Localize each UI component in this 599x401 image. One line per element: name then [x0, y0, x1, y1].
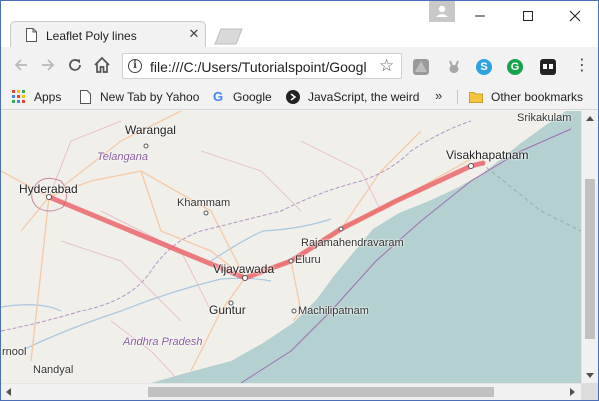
bookmark-star-icon[interactable]: ☆ [379, 56, 394, 76]
machilipatnam-dot [291, 308, 297, 314]
label-kurnool: rnool [2, 346, 27, 358]
google-icon: G [212, 88, 224, 104]
scrollbar-corner [581, 383, 598, 400]
label-telangana: Telangana [97, 151, 148, 163]
close-window-button[interactable] [552, 1, 598, 31]
bookmark-apps[interactable]: Apps [12, 89, 61, 105]
label-khammam: Khammam [177, 197, 231, 209]
tab-leaflet-poly-lines[interactable]: Leaflet Poly lines ✕ [10, 21, 206, 48]
label-visakhapatnam: Visakhapatnam [446, 148, 529, 162]
label-andhra-pradesh: Andhra Pradesh [123, 336, 203, 348]
bookmark-google[interactable]: G Google [211, 89, 272, 105]
more-bookmarks-chevron[interactable]: » [435, 88, 442, 103]
bookmarks-bar: Apps New Tab by Yahoo G Google JavaScript… [1, 84, 598, 110]
toolbar: i file:///C:/Users/Tutorialspoint/Googl … [1, 47, 598, 84]
minimize-button[interactable] [457, 1, 503, 31]
label-hyderabad: Hyderabad [19, 182, 78, 196]
rajamahendravaram-dot [338, 226, 344, 232]
url-text[interactable]: file:///C:/Users/Tutorialspoint/Googl [150, 59, 372, 75]
tab-strip: Leaflet Poly lines ✕ [1, 1, 598, 48]
label-machilipatnam: Machilipatnam [298, 305, 369, 317]
home-button[interactable] [92, 55, 112, 75]
eluru-dot [288, 258, 294, 264]
browser-window: Leaflet Poly lines ✕ i file:///C:/Users/… [0, 0, 599, 401]
label-srikakulam: Srikakulam [517, 112, 572, 124]
label-rajamahendravaram: Rajamahendravaram [301, 237, 404, 249]
scroll-up-icon[interactable] [586, 116, 594, 121]
label-eluru: Eluru [295, 254, 321, 266]
drive-extension-icon[interactable] [413, 59, 429, 75]
tabs-extension-icon[interactable] [540, 59, 556, 75]
skype-icon[interactable]: S [476, 59, 492, 75]
warangal-dot [143, 143, 149, 149]
label-nandyal: Nandyal [33, 364, 74, 376]
horizontal-scrollbar[interactable] [1, 383, 581, 400]
vijayawada-dot [242, 275, 248, 281]
bookmark-separator [457, 90, 458, 104]
bookmark-other-bookmarks[interactable]: Other bookmarks [469, 89, 583, 105]
page-icon [80, 89, 91, 104]
close-tab-icon[interactable]: ✕ [187, 27, 201, 41]
maximize-button[interactable] [505, 1, 551, 31]
document-icon [26, 28, 37, 42]
visakhapatnam-dot [468, 163, 474, 169]
rabbit-extension-icon[interactable] [446, 59, 462, 75]
apps-grid-icon [12, 89, 25, 103]
khammam-dot [203, 210, 209, 216]
label-warangal: Warangal [125, 123, 176, 137]
scroll-right-icon[interactable] [570, 388, 575, 396]
info-icon[interactable]: i [128, 59, 142, 73]
address-bar[interactable]: i file:///C:/Users/Tutorialspoint/Googl … [122, 53, 402, 79]
vertical-scrollbar[interactable] [581, 111, 598, 383]
label-vijayawada: Vijayawada [213, 262, 275, 276]
tab-title: Leaflet Poly lines [46, 29, 137, 43]
back-button[interactable] [11, 55, 31, 75]
menu-icon[interactable]: ⋮ [574, 57, 590, 75]
forward-button[interactable] [38, 55, 58, 75]
label-guntur: Guntur [209, 303, 246, 317]
scroll-left-icon[interactable] [6, 388, 11, 396]
js-icon [286, 89, 300, 104]
new-tab-button[interactable] [214, 28, 244, 45]
profile-icon[interactable] [429, 1, 455, 22]
horizontal-scroll-thumb[interactable] [148, 387, 494, 397]
scroll-down-icon[interactable] [586, 373, 594, 378]
bookmark-new-tab-by-yahoo[interactable]: New Tab by Yahoo [78, 89, 199, 105]
reload-button[interactable] [65, 55, 85, 75]
bookmark-javascript-the-weird[interactable]: JavaScript, the weird [286, 89, 419, 105]
map-viewport[interactable]: Srikakulam Warangal Telangana Visakhapat… [1, 111, 581, 383]
vertical-scroll-thumb[interactable] [585, 179, 595, 339]
grammarly-icon[interactable]: G [507, 59, 523, 75]
folder-icon [469, 91, 483, 103]
